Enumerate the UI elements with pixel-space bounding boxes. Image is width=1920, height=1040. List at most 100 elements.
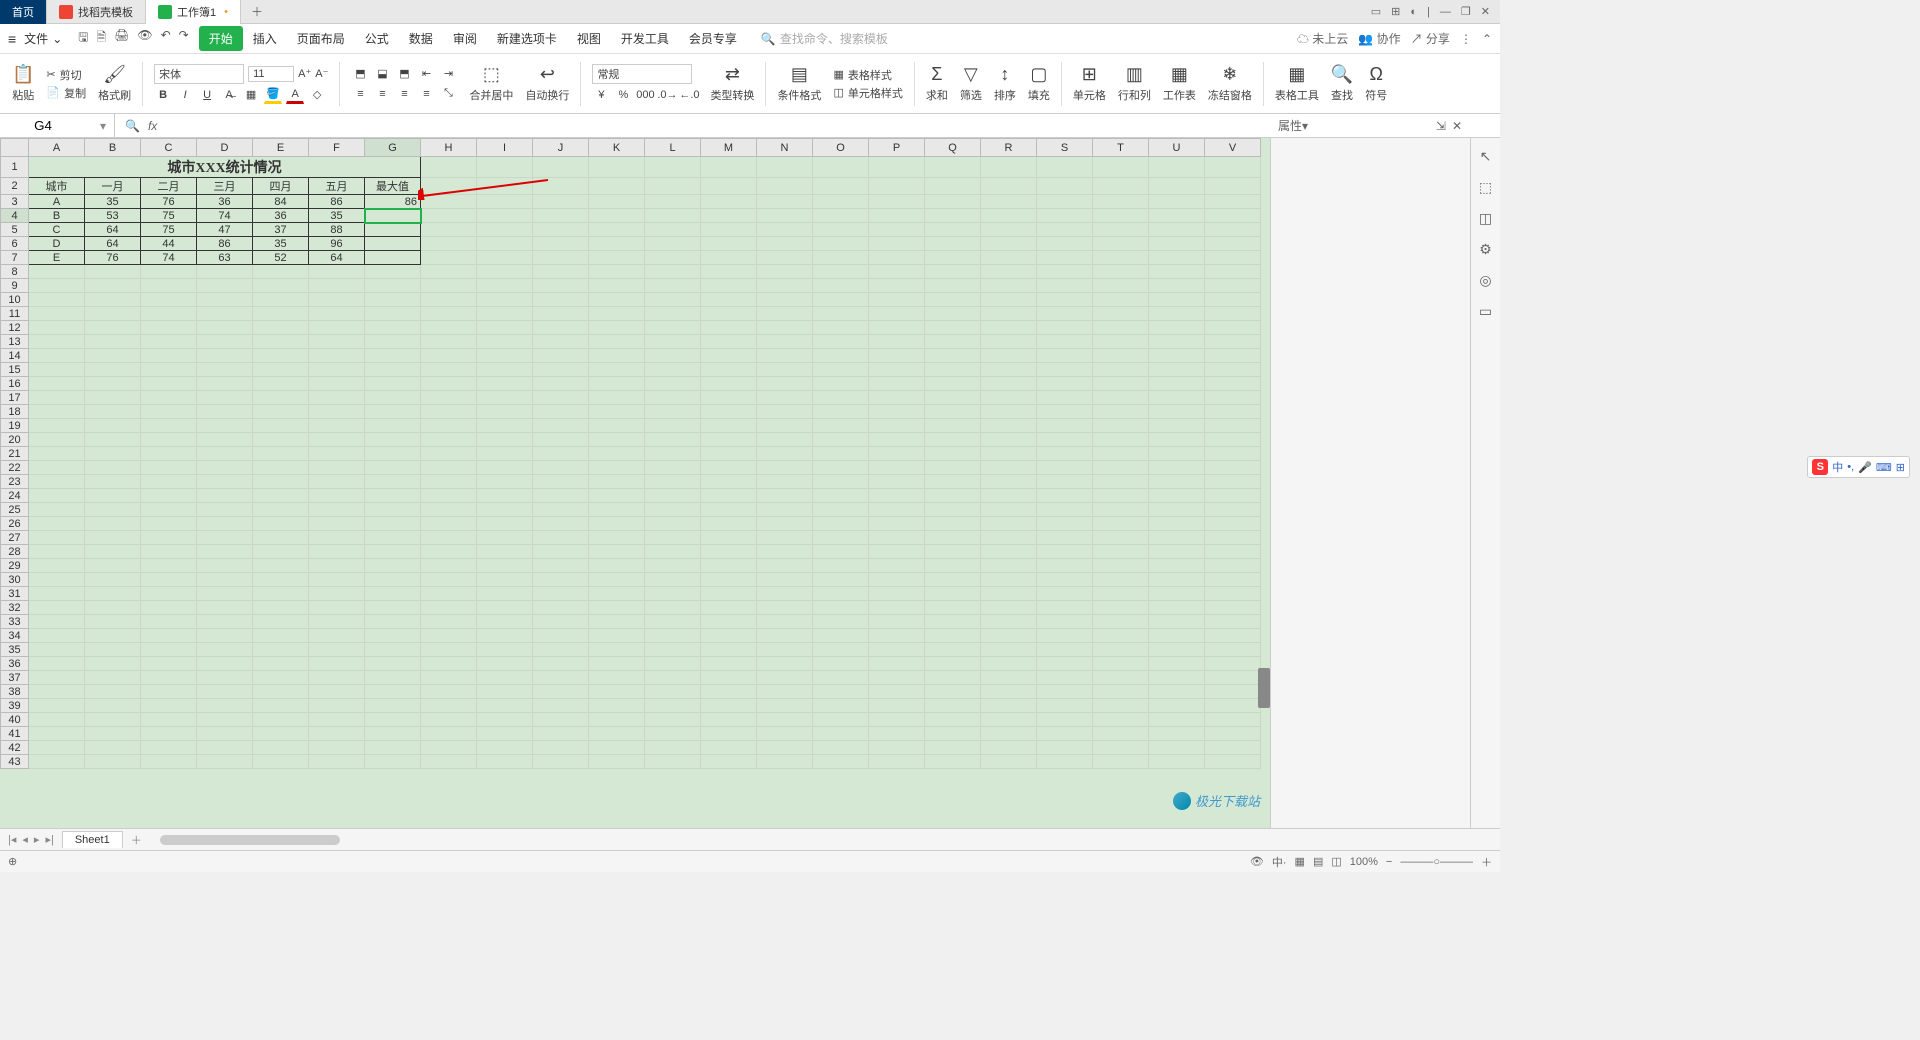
redo-icon[interactable]: ↷ [179, 28, 189, 49]
bold-button[interactable]: B [154, 86, 172, 104]
menu-tab-member[interactable]: 会员专享 [679, 26, 747, 51]
minimize-button[interactable]: — [1440, 6, 1451, 18]
type-conv-button[interactable]: ⇄类型转换 [706, 64, 758, 103]
indent-dec-icon[interactable]: ⇤ [417, 65, 435, 83]
dec-inc-icon[interactable]: .0→ [658, 86, 676, 104]
percent-icon[interactable]: % [614, 86, 632, 104]
italic-button[interactable]: I [176, 86, 194, 104]
side-layout-icon[interactable]: ◫ [1479, 210, 1492, 227]
zoom-slider[interactable]: ———○——— [1400, 856, 1473, 868]
maximize-button[interactable]: ❐ [1461, 5, 1471, 18]
ime-menu-icon[interactable]: ⊞ [1896, 461, 1905, 474]
print-icon[interactable]: 🖨 [114, 28, 129, 49]
align-justify-icon[interactable]: ≡ [417, 85, 435, 103]
zoom-char-icon[interactable]: 中· [1272, 854, 1287, 870]
command-search[interactable]: 🔍 查找命令、搜索模板 [761, 30, 888, 47]
sheet-nav-last-icon[interactable]: ▸| [45, 833, 53, 846]
rowcol-button[interactable]: ▥行和列 [1114, 64, 1155, 103]
cond-fmt-button[interactable]: ▤条件格式 [773, 64, 825, 103]
table-tool-button[interactable]: ▦表格工具 [1271, 64, 1323, 103]
menu-tab-view[interactable]: 视图 [567, 26, 611, 51]
fx-icon[interactable]: fx [148, 119, 157, 133]
align-mid-icon[interactable]: ⬓ [373, 65, 391, 83]
clear-format-button[interactable]: ◇ [308, 86, 326, 104]
apps-icon[interactable]: ⊞ [1391, 5, 1400, 18]
hscroll[interactable] [160, 835, 1490, 845]
font-family-select[interactable]: 宋体 [154, 64, 244, 84]
copy-button[interactable]: 📄复制 [46, 85, 86, 101]
side-location-icon[interactable]: ◎ [1479, 272, 1491, 289]
add-sheet-button[interactable]: ＋ [123, 832, 150, 848]
collapse-ribbon-icon[interactable]: ⌃ [1482, 32, 1492, 46]
cut-button[interactable]: ✂剪切 [46, 67, 86, 83]
spreadsheet-grid[interactable]: ABCDEFGHIJKLMNOPQRSTUV1城市XXX统计情况2城市一月二月三… [0, 138, 1261, 769]
save-icon[interactable]: 🖫 [78, 28, 88, 49]
symbol-button[interactable]: Ω符号 [1361, 64, 1391, 103]
side-book-icon[interactable]: ▭ [1479, 303, 1492, 320]
strike-button[interactable]: A̶ [220, 86, 238, 104]
tab-template[interactable]: 找稻壳模板 [47, 0, 146, 24]
sort-button[interactable]: ↕排序 [990, 64, 1020, 103]
menu-tab-start[interactable]: 开始 [199, 26, 243, 51]
coop-button[interactable]: 👥 协作 [1358, 30, 1400, 47]
cell-style-button[interactable]: ◫单元格样式 [833, 85, 902, 101]
side-cursor-icon[interactable]: ⬚ [1479, 179, 1492, 196]
ime-punct-icon[interactable]: •, [1847, 461, 1854, 473]
undo-icon[interactable]: ↶ [161, 28, 171, 49]
side-settings-icon[interactable]: ⚙ [1479, 241, 1492, 258]
align-bot-icon[interactable]: ⬒ [395, 65, 413, 83]
align-top-icon[interactable]: ⬒ [351, 65, 369, 83]
cancel-fx-icon[interactable]: 🔍 [125, 119, 140, 133]
underline-button[interactable]: U [198, 86, 216, 104]
freeze-button[interactable]: ❄冻结窗格 [1204, 64, 1256, 103]
close-panel-icon[interactable]: ✕ [1452, 119, 1462, 133]
font-size-select[interactable]: 11 [248, 66, 294, 82]
menu-tab-data[interactable]: 数据 [399, 26, 443, 51]
menu-tab-insert[interactable]: 插入 [243, 26, 287, 51]
menu-tab-review[interactable]: 审阅 [443, 26, 487, 51]
pin-icon[interactable]: ⇲ [1436, 119, 1446, 133]
font-grow-icon[interactable]: A⁺ [298, 67, 311, 80]
border-button[interactable]: ▦ [242, 86, 260, 104]
menu-tab-layout[interactable]: 页面布局 [287, 26, 355, 51]
align-right-icon[interactable]: ≡ [395, 85, 413, 103]
number-format-select[interactable]: 常规 [592, 64, 692, 84]
view-page-icon[interactable]: ▤ [1313, 855, 1323, 868]
menu-tab-dev[interactable]: 开发工具 [611, 26, 679, 51]
close-button[interactable]: ✕ [1481, 5, 1490, 18]
filter-button[interactable]: ▽筛选 [956, 64, 986, 103]
side-select-icon[interactable]: ↖ [1480, 148, 1492, 165]
name-box-input[interactable] [8, 118, 78, 133]
ime-toolbar[interactable]: S 中 •, 🎤 ⌨ ⊞ [1807, 456, 1910, 478]
more-icon[interactable]: ⋮ [1460, 32, 1472, 46]
eye-icon[interactable]: 👁 [1250, 855, 1264, 868]
ime-keyboard-icon[interactable]: ⌨ [1876, 461, 1892, 474]
menu-tab-newtab[interactable]: 新建选项卡 [487, 26, 567, 51]
menu-icon[interactable]: ≡ [8, 31, 16, 47]
worksheet-button[interactable]: ▦工作表 [1159, 64, 1200, 103]
ime-mic-icon[interactable]: 🎤 [1858, 461, 1872, 474]
fill-button[interactable]: ▢填充 [1024, 64, 1054, 103]
cell-button[interactable]: ⊞单元格 [1069, 64, 1110, 103]
save-as-icon[interactable]: 🗎 [96, 28, 106, 49]
table-style-button[interactable]: ▦表格样式 [833, 67, 902, 83]
align-center-icon[interactable]: ≡ [373, 85, 391, 103]
view-normal-icon[interactable]: ▦ [1295, 855, 1305, 868]
currency-icon[interactable]: ¥ [592, 86, 610, 104]
tab-workbook[interactable]: 工作簿1 • [146, 0, 241, 24]
orientation-icon[interactable]: ⤡ [439, 85, 457, 103]
view-break-icon[interactable]: ◫ [1331, 855, 1341, 868]
sheet-tab-1[interactable]: Sheet1 [62, 831, 123, 848]
fill-color-button[interactable]: 🪣 [264, 86, 282, 104]
zoom-out-button[interactable]: − [1386, 856, 1392, 868]
find-button[interactable]: 🔍查找 [1327, 64, 1357, 103]
file-menu[interactable]: 文件⌄ [18, 30, 68, 47]
vscroll-thumb[interactable] [1258, 668, 1270, 708]
paste-button[interactable]: 📋粘贴 [8, 64, 38, 103]
menu-tab-formula[interactable]: 公式 [355, 26, 399, 51]
sheet-nav-first-icon[interactable]: |◂ [8, 833, 16, 846]
format-painter-button[interactable]: 🖌格式刷 [94, 64, 135, 103]
zoom-value[interactable]: 100% [1350, 856, 1378, 868]
comma-icon[interactable]: 000 [636, 86, 654, 104]
zoom-in-button[interactable]: ＋ [1481, 854, 1492, 870]
